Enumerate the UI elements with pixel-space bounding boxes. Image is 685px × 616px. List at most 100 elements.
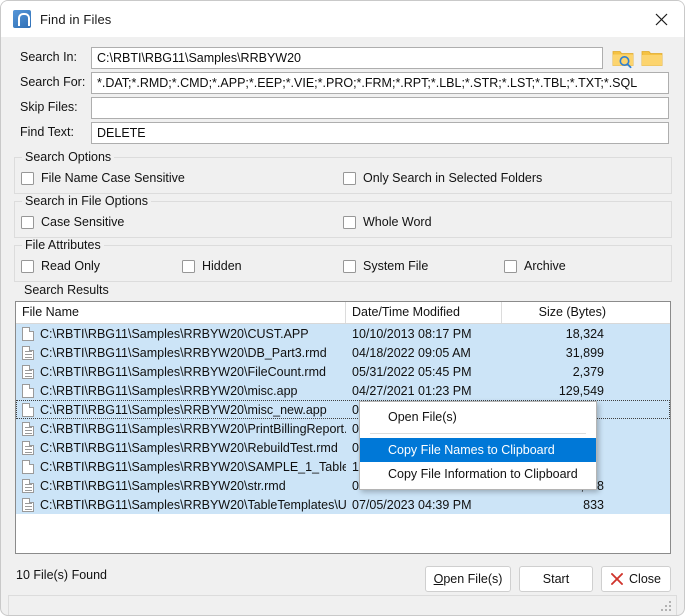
cell-date: 07/05/2023 04:39 PM: [352, 497, 472, 512]
checkbox-box: [343, 259, 356, 273]
checkbox-label: Archive: [524, 259, 566, 273]
checkbox-hidden[interactable]: Hidden: [182, 259, 242, 273]
file-blank-icon: [22, 402, 34, 417]
cell-file-name: C:\RBTI\RBG11\Samples\RRBYW20\SAMPLE_1_T…: [40, 459, 346, 474]
context-menu-item-copy-file-names[interactable]: Copy File Names to Clipboard: [360, 438, 596, 462]
field-row-search-in: Search In: C:\RBTI\RBG11\Samples\RRBYW20: [1, 47, 684, 72]
file-count-status: 10 File(s) Found: [16, 568, 108, 582]
checkbox-box: [343, 215, 356, 229]
checkbox-label: File Name Case Sensitive: [41, 171, 185, 185]
cell-size: 129,549: [558, 383, 604, 398]
checkbox-file-name-case-sensitive[interactable]: File Name Case Sensitive: [21, 171, 185, 185]
cell-size: 18,324: [565, 326, 604, 341]
cell-file-name: C:\RBTI\RBG11\Samples\RRBYW20\PrintBilli…: [40, 421, 346, 436]
cell-file-name: C:\RBTI\RBG11\Samples\RRBYW20\DB_Part3.r…: [40, 345, 327, 360]
close-button[interactable]: Close: [601, 566, 671, 592]
app-icon: [13, 10, 31, 28]
cell-size: 31,899: [565, 345, 604, 360]
column-header-size[interactable]: Size (Bytes): [502, 302, 612, 323]
table-row[interactable]: C:\RBTI\RBG11\Samples\RRBYW20\FileCount.…: [16, 362, 670, 381]
checkbox-box: [21, 171, 34, 185]
file-blank-icon: [22, 383, 34, 398]
context-menu-item-copy-file-information[interactable]: Copy File Information to Clipboard: [360, 462, 596, 486]
close-button-label: Close: [629, 572, 661, 586]
table-row[interactable]: C:\RBTI\RBG11\Samples\RRBYW20\TableTempl…: [16, 495, 670, 514]
open-files-button-label-rest: pen File(s): [443, 572, 503, 586]
cell-file-name: C:\RBTI\RBG11\Samples\RRBYW20\misc.app: [40, 383, 298, 398]
search-in-label: Search In:: [20, 50, 77, 64]
file-lined-icon: [22, 440, 34, 455]
cell-file-name: C:\RBTI\RBG11\Samples\RRBYW20\misc_new.a…: [40, 402, 327, 417]
checkbox-case-sensitive[interactable]: Case Sensitive: [21, 215, 124, 229]
cell-size: 833: [583, 497, 604, 512]
column-header-date-modified[interactable]: Date/Time Modified: [346, 302, 502, 323]
checkbox-box: [343, 171, 356, 185]
search-for-input[interactable]: *.DAT;*.RMD;*.CMD;*.APP;*.EEP;*.VIE;*.PR…: [91, 72, 669, 94]
checkbox-system-file[interactable]: System File: [343, 259, 428, 273]
checkbox-label: Hidden: [202, 259, 242, 273]
checkbox-whole-word[interactable]: Whole Word: [343, 215, 432, 229]
context-menu-separator: [370, 433, 586, 434]
field-row-find-text: Find Text: DELETE: [1, 122, 684, 147]
cell-date: 10/10/2013 08:17 PM: [352, 326, 472, 341]
column-header-file-name[interactable]: File Name: [16, 302, 346, 323]
search-options-title: Search Options: [22, 150, 115, 164]
cell-file-name: C:\RBTI\RBG11\Samples\RRBYW20\FileCount.…: [40, 364, 326, 379]
checkbox-box: [504, 259, 517, 273]
folder-search-icon: [612, 51, 634, 69]
file-blank-icon: [22, 459, 34, 474]
skip-files-label: Skip Files:: [20, 100, 78, 114]
find-in-files-window: Find in Files Search In: C:\RBTI\RBG11\S…: [0, 0, 685, 616]
checkbox-label: Only Search in Selected Folders: [363, 171, 543, 185]
table-row[interactable]: C:\RBTI\RBG11\Samples\RRBYW20\DB_Part3.r…: [16, 343, 670, 362]
search-form: Search In: C:\RBTI\RBG11\Samples\RRBYW20…: [1, 37, 684, 151]
close-icon: [655, 13, 667, 25]
open-files-button[interactable]: Open File(s): [425, 566, 511, 592]
cell-file-name: C:\RBTI\RBG11\Samples\RRBYW20\RebuildTes…: [40, 440, 338, 455]
checkbox-read-only[interactable]: Read Only: [21, 259, 100, 273]
table-row[interactable]: C:\RBTI\RBG11\Samples\RRBYW20\misc.app 0…: [16, 381, 670, 400]
cell-date: 04/27/2021 01:23 PM: [352, 383, 472, 398]
search-for-label: Search For:: [20, 75, 86, 89]
start-button[interactable]: Start: [519, 566, 593, 592]
context-menu-item-open-files[interactable]: Open File(s): [360, 405, 596, 429]
field-row-skip-files: Skip Files:: [1, 97, 684, 122]
checkbox-label: Case Sensitive: [41, 215, 125, 229]
checkbox-box: [21, 215, 34, 229]
folder-open-icon: [641, 51, 663, 66]
list-header: File Name Date/Time Modified Size (Bytes…: [16, 302, 670, 324]
checkbox-only-search-in-selected-folders[interactable]: Only Search in Selected Folders: [343, 171, 542, 185]
checkbox-label: Read Only: [41, 259, 101, 273]
find-text-label: Find Text:: [20, 125, 74, 139]
skip-files-input[interactable]: [91, 97, 669, 119]
search-in-file-options-title: Search in File Options: [22, 194, 151, 208]
find-text-combobox[interactable]: DELETE: [91, 122, 669, 144]
close-x-icon: [611, 573, 623, 585]
cell-file-name: C:\RBTI\RBG11\Samples\RRBYW20\str.rmd: [40, 478, 286, 493]
cell-file-name: C:\RBTI\RBG11\Samples\RRBYW20\CUST.APP: [40, 326, 309, 341]
file-lined-icon: [22, 497, 34, 512]
search-options-group: Search Options File Name Case Sensitive …: [14, 150, 672, 194]
browse-search-folder-button[interactable]: [611, 47, 635, 69]
cell-date: 05/31/2022 05:45 PM: [352, 364, 472, 379]
window-close-button[interactable]: [638, 1, 684, 37]
checkbox-box: [182, 259, 195, 273]
file-attributes-title: File Attributes: [22, 238, 104, 252]
cell-date: 04/18/2022 09:05 AM: [352, 345, 471, 360]
table-row[interactable]: C:\RBTI\RBG11\Samples\RRBYW20\CUST.APP 1…: [16, 324, 670, 343]
cell-size: 2,379: [572, 364, 604, 379]
file-lined-icon: [22, 478, 34, 493]
file-blank-icon: [22, 326, 34, 341]
search-in-file-options-group: Search in File Options Case Sensitive Wh…: [14, 194, 672, 238]
field-row-search-for: Search For: *.DAT;*.RMD;*.CMD;*.APP;*.EE…: [1, 72, 684, 97]
search-in-input[interactable]: C:\RBTI\RBG11\Samples\RRBYW20: [91, 47, 603, 69]
context-menu: Open File(s) Copy File Names to Clipboar…: [359, 401, 597, 490]
file-lined-icon: [22, 364, 34, 379]
resize-grip-icon[interactable]: [661, 601, 672, 612]
browse-folder-button[interactable]: [640, 47, 664, 69]
checkbox-label: Whole Word: [363, 215, 432, 229]
checkbox-archive[interactable]: Archive: [504, 259, 566, 273]
file-lined-icon: [22, 345, 34, 360]
checkbox-label: System File: [363, 259, 429, 273]
file-lined-icon: [22, 421, 34, 436]
